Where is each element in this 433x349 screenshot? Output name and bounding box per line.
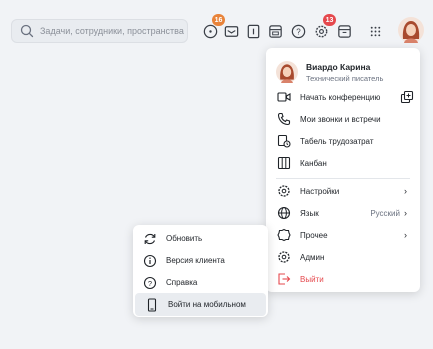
search-icon [20,24,34,38]
document-icon [247,24,259,38]
globe-icon [277,206,291,220]
profile-avatar [276,61,298,83]
notifications-button[interactable]: 16 [199,14,225,42]
clock-document-icon [277,134,291,148]
phone-icon [277,112,291,126]
submenu-item-refresh[interactable]: Обновить [133,227,268,250]
submenu-item-help[interactable]: ? Справка [133,271,268,294]
refresh-icon [143,232,157,246]
menu-item-my-calls[interactable]: Мои звонки и встречи [266,108,420,130]
language-value: Русский [370,208,400,218]
timesheet-button[interactable] [333,20,355,42]
menu-item-admin[interactable]: Админ [266,246,420,268]
search-box[interactable] [11,19,188,43]
open-external-icon [400,90,414,104]
chevron-right-icon: › [404,186,407,196]
menu-item-timesheet[interactable]: Табель трудозатрат [266,130,420,152]
admin-gear-icon [277,250,291,264]
calendar-icon [268,24,282,38]
user-menu: Виардо Карина Технический писатель Начат… [266,48,420,292]
help-icon: ? [291,24,305,38]
calls-button[interactable]: 13 [310,14,336,42]
help-circle-icon: ? [143,276,157,290]
svg-text:?: ? [296,27,301,36]
user-avatar[interactable] [398,17,424,43]
mobile-phone-icon [145,297,159,312]
submenu-item-mobile-login[interactable]: Войти на мобильном [135,293,266,316]
menu-item-kanban[interactable]: Канбан [266,152,420,174]
menu-item-settings[interactable]: Настройки › [266,180,420,202]
profile-role: Технический писатель [306,73,384,83]
chevron-right-icon: › [404,230,407,240]
submenu-item-client-version[interactable]: Версия клиента [133,249,268,272]
info-icon [143,254,157,268]
gear-icon [277,184,291,198]
more-gear-icon [277,228,291,242]
svg-text:?: ? [148,278,152,287]
menu-divider [276,178,410,179]
mail-icon [224,25,238,37]
apps-grid-icon [370,26,380,36]
menu-item-other[interactable]: Прочее › [266,224,420,246]
kanban-icon [277,156,291,170]
menu-item-logout[interactable]: Выйти [266,268,420,290]
video-camera-icon [277,90,291,104]
profile-name: Виардо Карина [306,61,371,72]
menu-item-start-conference[interactable]: Начать конференцию [266,86,420,108]
timesheet-icon [337,24,351,38]
help-button[interactable]: ? [287,20,309,42]
logout-icon [277,272,291,286]
documents-button[interactable] [242,20,264,42]
search-input[interactable] [40,26,187,36]
menu-item-language[interactable]: Язык Русский › [266,202,420,224]
apps-button[interactable] [364,20,386,42]
calendar-button[interactable] [264,20,286,42]
other-submenu: Обновить Версия клиента ? Справка Войти … [133,225,268,317]
chevron-right-icon: › [404,208,407,218]
mail-button[interactable] [220,20,242,42]
